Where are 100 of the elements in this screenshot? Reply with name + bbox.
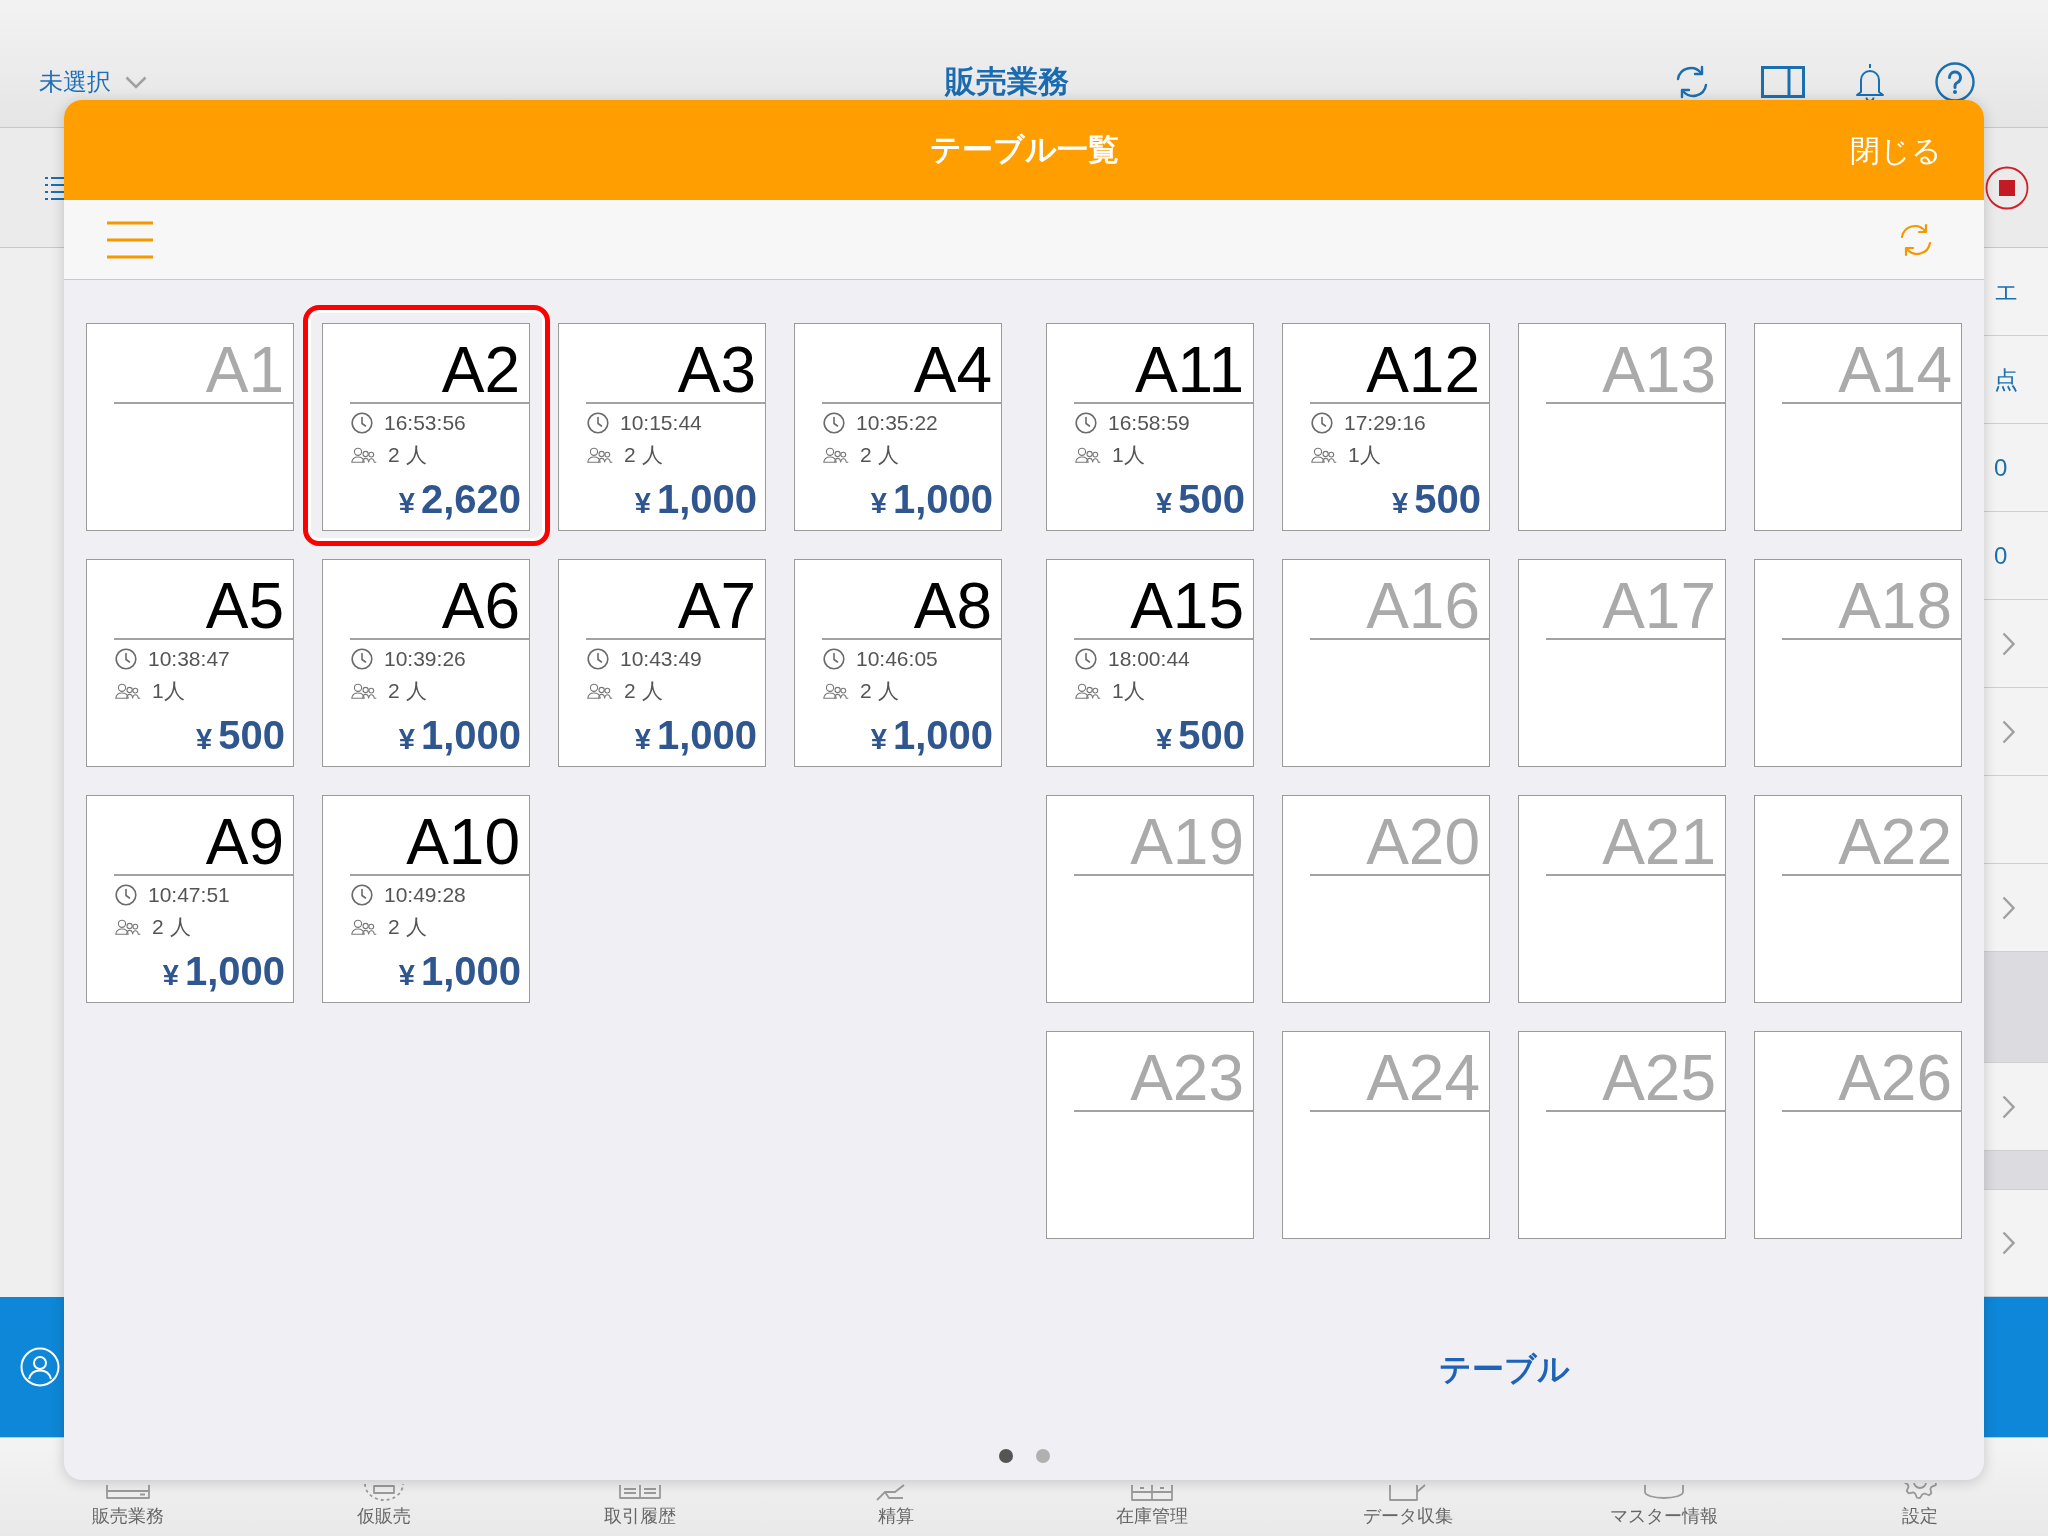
clock-icon [587,648,609,670]
price-label: ¥2,620 [398,479,522,519]
tab-item[interactable]: 設定 [1897,1483,1943,1527]
table-card[interactable]: A9 10:47:51 2 人 ¥1,000 [86,795,294,1003]
table-card[interactable]: A12 17:29:16 1人 ¥500 [1282,323,1490,531]
guest-count: 1人 [1112,442,1145,469]
people-icon [351,919,377,935]
selector-dropdown[interactable]: 未選択 [39,64,147,100]
price-label: ¥1,000 [398,715,522,755]
table-card[interactable]: A3 10:15:44 2 人 ¥1,000 [558,323,766,531]
menu-icon[interactable] [107,220,153,259]
tab-item[interactable]: 仮販売 [357,1483,411,1527]
page-dot[interactable] [998,1449,1013,1463]
table-name: A25 [1602,1046,1716,1110]
table-card[interactable]: A6 10:39:26 2 人 ¥1,000 [322,559,530,767]
guest-count: 2 人 [860,442,899,469]
help-icon[interactable] [1935,62,1975,102]
people-icon [587,683,613,699]
table-card[interactable]: A15 18:00:44 1人 ¥500 [1046,559,1254,767]
clock-icon [351,412,373,434]
people-icon [1075,683,1101,699]
page-dot[interactable] [1035,1449,1050,1463]
tab-item[interactable]: 販売業務 [92,1483,164,1527]
clock-icon [351,884,373,906]
guest-count: 2 人 [388,442,427,469]
table-name: A8 [913,574,992,638]
time-label: 18:00:44 [1108,646,1190,673]
people-icon [823,683,849,699]
table-name: A2 [441,338,520,402]
table-name: A11 [1134,338,1244,402]
price-label: ¥1,000 [870,715,994,755]
stop-icon[interactable] [1985,165,2029,210]
table-name: A7 [677,574,756,638]
time-label: 10:38:47 [148,646,230,673]
table-name: A24 [1366,1046,1480,1110]
table-name: A9 [205,810,284,874]
clock-icon [115,884,137,906]
price-label: ¥500 [1156,715,1246,755]
people-icon [1075,447,1101,463]
table-name: A18 [1838,574,1952,638]
time-label: 10:35:22 [856,410,938,437]
chevron-right-icon [2002,1231,2015,1255]
bell-icon[interactable] [1855,62,1885,102]
people-icon [115,919,141,935]
guest-count: 2 人 [624,678,663,705]
table-name: A15 [1130,574,1244,638]
table-name: A17 [1602,574,1716,638]
tab-item[interactable]: 精算 [873,1483,919,1527]
app-title: 販売業務 [945,63,1069,101]
chevron-right-icon [2002,631,2015,656]
guest-count: 2 人 [388,678,427,705]
chevron-down-icon [125,75,147,89]
table-name: A26 [1838,1046,1952,1110]
table-name: A19 [1130,810,1244,874]
price-label: ¥1,000 [634,479,758,519]
guest-count: 2 人 [624,442,663,469]
table-card[interactable]: A2 16:53:56 2 人 ¥2,620 [322,323,530,531]
table-name: A13 [1602,338,1716,402]
table-card[interactable]: A10 10:49:28 2 人 ¥1,000 [322,795,530,1003]
table-card[interactable]: A8 10:46:05 2 人 ¥1,000 [794,559,1002,767]
table-name: A12 [1366,338,1480,402]
tab-item[interactable]: 取引履歴 [604,1483,676,1527]
section-caption: テーブル [1438,1350,1570,1389]
price-label: ¥500 [1156,479,1246,519]
section-gap-band [1984,1151,2048,1190]
clock-icon [823,648,845,670]
table-card[interactable]: A7 10:43:49 2 人 ¥1,000 [558,559,766,767]
table-name: A1 [205,338,284,402]
time-label: 10:46:05 [856,646,938,673]
chevron-right-icon [2002,895,2015,920]
cabinet-icon [1129,1483,1175,1501]
panel-label: 0 [1994,540,2008,571]
table-card[interactable]: A4 10:35:22 2 人 ¥1,000 [794,323,1002,531]
time-label: 16:53:56 [384,410,466,437]
table-card[interactable]: A5 10:38:47 1人 ¥500 [86,559,294,767]
book-icon [617,1483,663,1501]
avatar-icon[interactable] [20,1347,60,1387]
people-icon [351,447,377,463]
price-label: ¥500 [196,715,286,755]
tab-item[interactable]: データ収集 [1363,1483,1453,1527]
table-name: A4 [913,338,992,402]
time-label: 17:29:16 [1344,410,1426,437]
guest-count: 1人 [1348,442,1381,469]
table-name: A10 [406,810,520,874]
time-label: 10:47:51 [148,882,230,909]
table-name: A16 [1366,574,1480,638]
tab-item[interactable]: 在庫管理 [1116,1483,1188,1527]
table-card[interactable]: A11 16:58:59 1人 ¥500 [1046,323,1254,531]
table-name: A23 [1130,1046,1244,1110]
tab-item[interactable]: マスター情報 [1610,1483,1718,1527]
clock-icon [1075,412,1097,434]
price-label: ¥1,000 [162,951,286,991]
guest-count: 2 人 [388,914,427,941]
price-label: ¥500 [1392,479,1482,519]
clock-icon [587,412,609,434]
table-name: A21 [1602,810,1716,874]
people-icon [351,683,377,699]
guest-count: 1人 [152,678,185,705]
table-name: A3 [677,338,756,402]
columns-icon[interactable] [1761,66,1805,98]
